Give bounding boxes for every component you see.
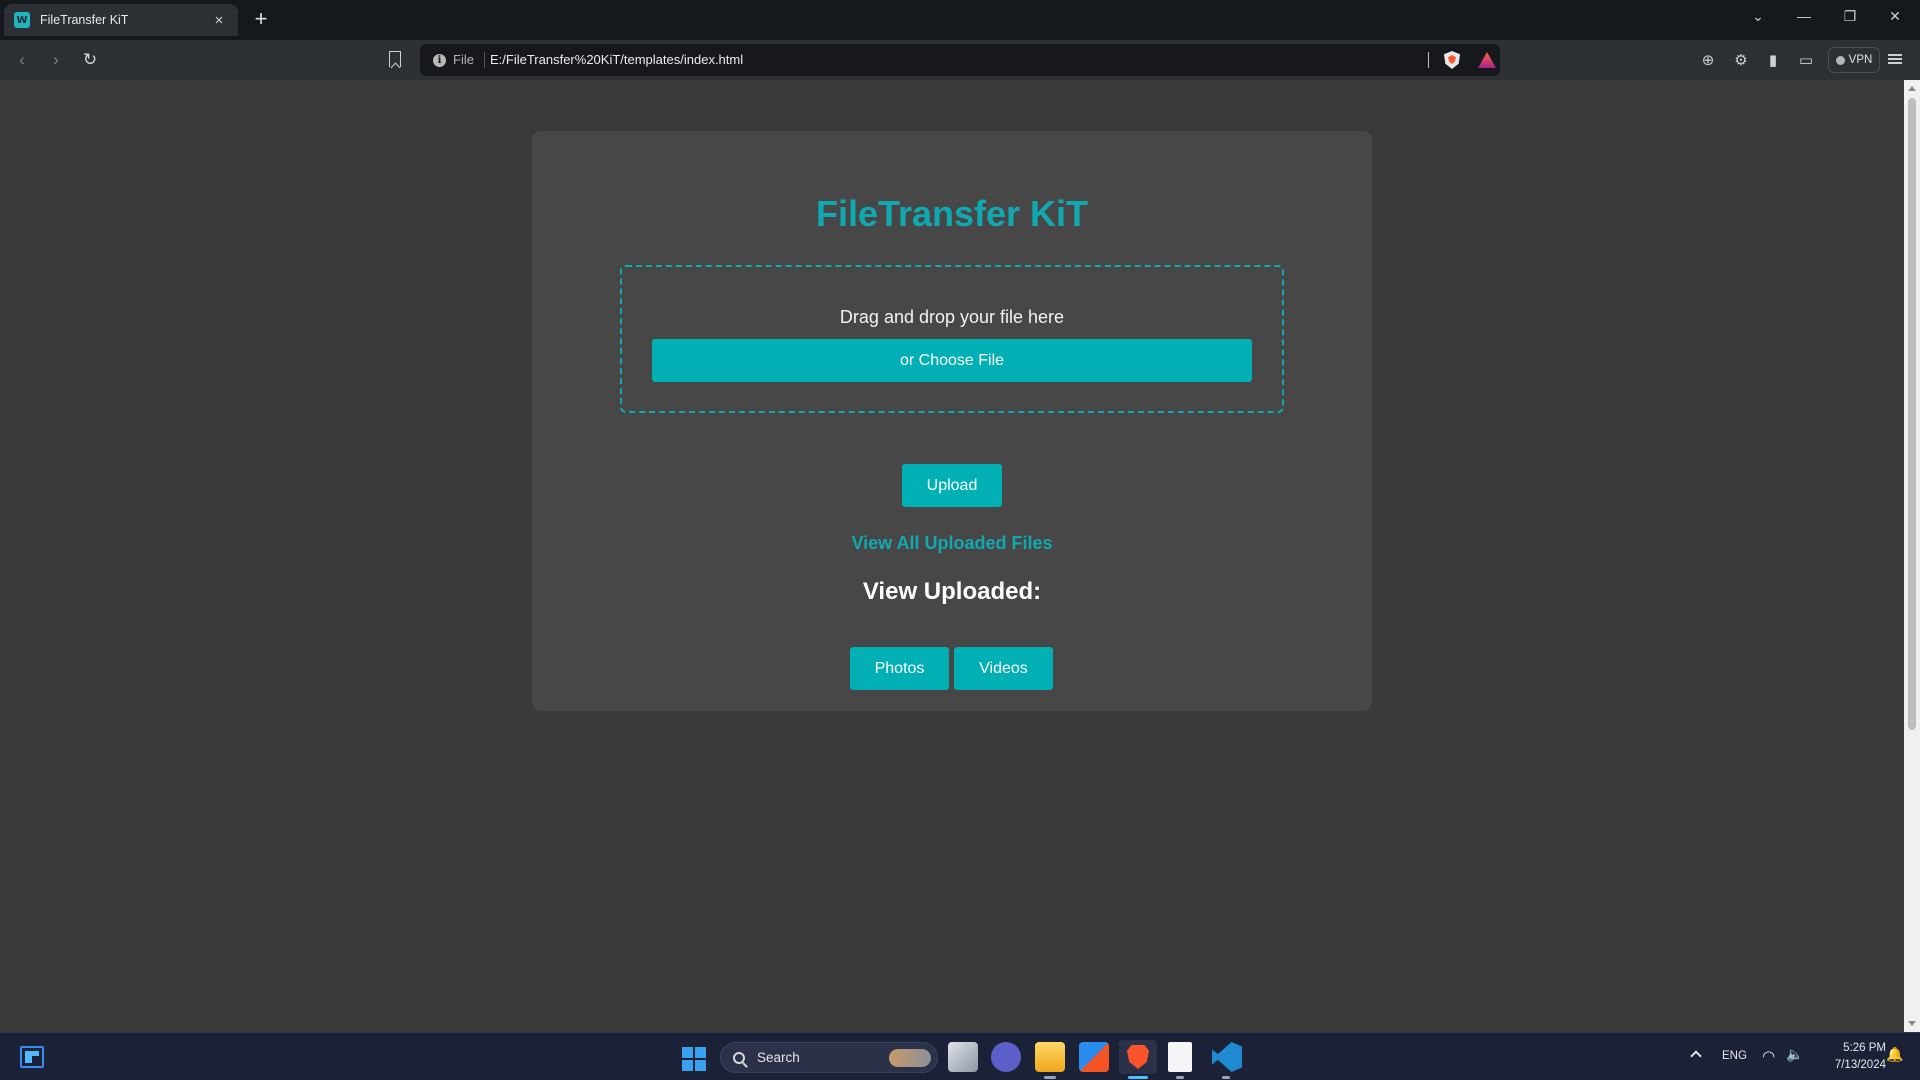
url-divider — [1428, 52, 1429, 68]
close-window-button[interactable]: ✕ — [1877, 4, 1913, 28]
search-label: Search — [757, 1050, 800, 1065]
tab-search-button[interactable]: ⌄ — [1740, 4, 1776, 28]
upload-card: FileTransfer KiT Drag and drop your file… — [532, 131, 1372, 711]
choose-file-button[interactable]: or Choose File — [652, 339, 1252, 382]
videos-button[interactable]: Videos — [954, 647, 1053, 690]
teams-chat-icon[interactable] — [991, 1042, 1021, 1072]
scroll-thumb[interactable] — [1908, 98, 1916, 730]
sidebar-icon[interactable]: ▮ — [1763, 50, 1783, 70]
tab-title: FileTransfer KiT — [40, 13, 129, 27]
minimize-button[interactable]: — — [1786, 4, 1822, 28]
taskbar-search[interactable]: Search — [720, 1042, 938, 1073]
reload-button[interactable]: ↻ — [78, 48, 102, 72]
notepad-running-indicator — [1176, 1076, 1184, 1079]
restore-button[interactable]: ❐ — [1832, 4, 1868, 28]
upload-button[interactable]: Upload — [902, 464, 1002, 507]
notepad-icon[interactable] — [1168, 1042, 1192, 1072]
dropzone-text: Drag and drop your file here — [839, 307, 1065, 327]
translate-globe-icon[interactable]: ⊕ — [1698, 50, 1718, 70]
browser-tab[interactable]: W FileTransfer KiT × — [4, 4, 238, 36]
search-highlight-icon — [889, 1049, 931, 1067]
brave-browser-icon — [1127, 1045, 1149, 1069]
vpn-status-icon — [1835, 55, 1845, 65]
view-all-uploaded-link[interactable]: View All Uploaded Files — [532, 533, 1372, 554]
url-text[interactable]: E:/FileTransfer%20KiT/templates/index.ht… — [490, 52, 743, 67]
browser-titlebar: W FileTransfer KiT × + ⌄ — ❐ ✕ — [0, 0, 1920, 40]
photos-button[interactable]: Photos — [850, 647, 949, 690]
search-icon — [733, 1051, 745, 1064]
vscode-running-indicator — [1222, 1076, 1230, 1079]
info-icon[interactable]: i — [433, 54, 446, 67]
windows-taskbar: Search ENG ◠ 🔈 5:26 PM 7/13/2024 🔔 — [0, 1032, 1920, 1080]
file-explorer-icon[interactable] — [1035, 1042, 1065, 1072]
brave-shields-icon[interactable] — [1444, 51, 1460, 69]
file-dropzone[interactable]: Drag and drop your file here or Choose F… — [620, 265, 1284, 413]
url-scheme-label: File — [453, 52, 474, 67]
clock-date[interactable]: 7/13/2024 — [1816, 1059, 1886, 1071]
forward-button[interactable]: › — [44, 48, 68, 72]
bookmark-icon[interactable] — [389, 51, 401, 67]
url-separator — [484, 52, 485, 68]
start-menu-icon[interactable] — [682, 1047, 706, 1071]
view-uploaded-heading: View Uploaded: — [862, 578, 1042, 605]
notification-bell-icon[interactable]: 🔔 — [1886, 1047, 1903, 1063]
clock-time[interactable]: 5:26 PM — [1834, 1042, 1886, 1054]
back-button[interactable]: ‹ — [10, 48, 34, 72]
tab-close-icon[interactable]: × — [210, 12, 228, 29]
scroll-down-icon[interactable] — [1908, 1021, 1916, 1026]
page-title: FileTransfer KiT — [815, 193, 1089, 234]
volume-icon[interactable]: 🔈 — [1786, 1047, 1803, 1063]
microsoft-store-icon[interactable] — [1079, 1042, 1109, 1072]
vpn-label: VPN — [1848, 54, 1873, 66]
language-indicator[interactable]: ENG — [1722, 1050, 1747, 1062]
task-view-icon[interactable] — [948, 1042, 978, 1072]
wallet-icon[interactable]: ▭ — [1796, 50, 1816, 70]
browser-toolbar: ‹ › ↻ i File E:/FileTransfer%20KiT/templ… — [0, 40, 1920, 80]
vscode-icon[interactable] — [1212, 1042, 1242, 1072]
file-explorer-running-indicator — [1044, 1076, 1056, 1079]
scroll-up-icon[interactable] — [1908, 86, 1916, 91]
wifi-icon[interactable]: ◠ — [1762, 1047, 1775, 1065]
brave-active-indicator — [1128, 1076, 1148, 1079]
extensions-icon[interactable]: ⚙ — [1731, 50, 1751, 70]
brave-rewards-icon[interactable] — [1478, 52, 1496, 68]
show-hidden-icons-chevron-icon[interactable] — [1690, 1050, 1702, 1062]
new-tab-button[interactable]: + — [250, 7, 272, 31]
page-viewport: FileTransfer KiT Drag and drop your file… — [0, 80, 1904, 1032]
filetransfer-favicon-icon: W — [14, 12, 30, 28]
brave-browser-taskbar-item[interactable] — [1119, 1040, 1157, 1074]
menu-icon[interactable] — [1888, 52, 1902, 66]
address-bar[interactable]: i File E:/FileTransfer%20KiT/templates/i… — [420, 44, 1500, 76]
widgets-icon[interactable] — [20, 1046, 44, 1068]
vpn-button[interactable]: VPN — [1828, 47, 1880, 73]
vertical-scrollbar[interactable] — [1904, 80, 1920, 1032]
